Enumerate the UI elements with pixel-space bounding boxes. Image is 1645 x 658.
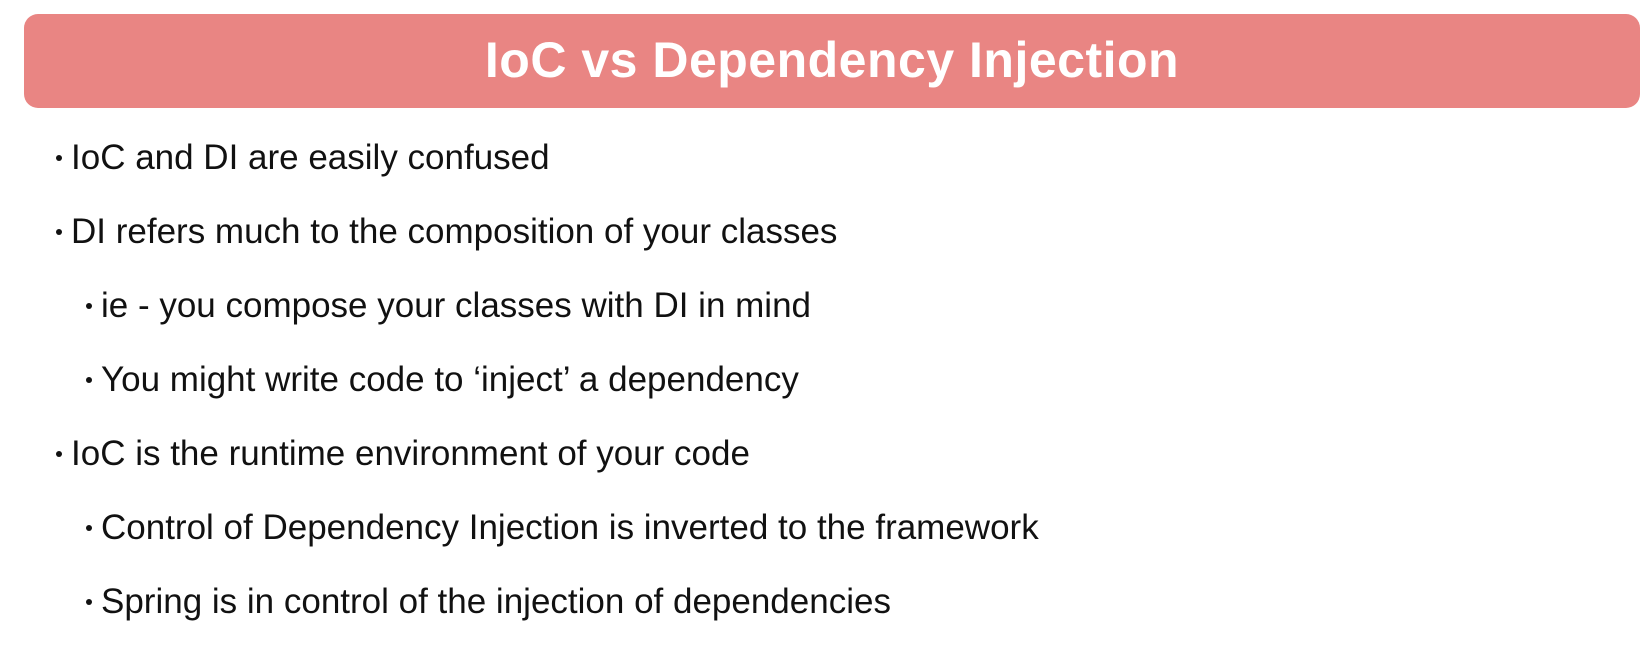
sub-bullet-item: You might write code to ‘inject’ a depen… <box>86 362 799 397</box>
bullet-text: You might write code to ‘inject’ a depen… <box>101 360 799 399</box>
bullet-item: DI refers much to the composition of you… <box>56 214 837 249</box>
bullet-dot-icon <box>86 302 92 309</box>
bullet-text: IoC is the runtime environment of your c… <box>71 434 750 473</box>
bullet-text: IoC and DI are easily confused <box>71 138 550 177</box>
bullet-item: IoC and DI are easily confused <box>56 140 550 175</box>
slide-title: IoC vs Dependency Injection <box>484 32 1180 88</box>
bullet-dot-icon <box>56 228 62 235</box>
bullet-text: Control of Dependency Injection is inver… <box>101 508 1039 547</box>
sub-bullet-item: ie - you compose your classes with DI in… <box>86 288 811 323</box>
bullet-dot-icon <box>86 376 92 383</box>
sub-bullet-item: Control of Dependency Injection is inver… <box>86 510 1039 545</box>
bullet-dot-icon <box>86 524 92 531</box>
bullet-text: ie - you compose your classes with DI in… <box>101 286 811 325</box>
sub-bullet-item: Spring is in control of the injection of… <box>86 584 891 619</box>
bullet-dot-icon <box>56 450 62 457</box>
bullet-text: DI refers much to the composition of you… <box>71 212 838 251</box>
bullet-text: Spring is in control of the injection of… <box>101 582 891 621</box>
bullet-dot-icon <box>86 598 92 605</box>
bullet-dot-icon <box>56 154 62 161</box>
title-banner: IoC vs Dependency Injection <box>24 14 1640 108</box>
bullet-item: IoC is the runtime environment of your c… <box>56 436 750 471</box>
